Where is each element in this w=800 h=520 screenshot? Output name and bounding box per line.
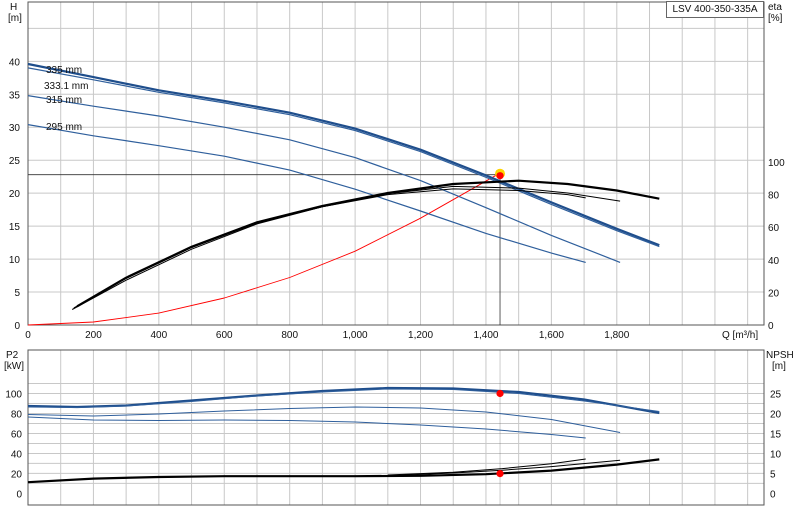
y-tick-label: 100 bbox=[5, 390, 22, 401]
y2-tick-label: 20 bbox=[770, 409, 782, 420]
y-tick-label: 10 bbox=[9, 255, 21, 266]
y2-tick-label: 20 bbox=[768, 288, 780, 299]
efficiency-curve bbox=[73, 188, 586, 309]
impeller-diameter-label: 335 mm bbox=[46, 65, 82, 76]
npsh-duty-marker bbox=[496, 470, 504, 478]
y2-tick-label: 15 bbox=[770, 429, 782, 440]
x-tick-label: 600 bbox=[216, 330, 233, 341]
x-tick-label: 1,600 bbox=[539, 330, 564, 341]
y-tick-label: 40 bbox=[11, 449, 23, 460]
power-npsh-panel: 0 20 40 60 80 100 0 5 10 15 20 25 P2[kW] NPSH[m] bbox=[4, 349, 794, 506]
y2-tick-label: 80 bbox=[768, 191, 780, 202]
power-curve bbox=[27, 388, 660, 412]
x-tick-label: 1,800 bbox=[604, 330, 629, 341]
y2-tick-label: 100 bbox=[768, 158, 785, 169]
plot-frame bbox=[27, 349, 765, 506]
y-tick-label: 30 bbox=[9, 123, 21, 134]
y2-axis-label: NPSH bbox=[766, 350, 794, 361]
y-tick-label: 0 bbox=[14, 321, 20, 332]
efficiency-curve bbox=[71, 185, 621, 310]
impeller-diameter-label: 295 mm bbox=[46, 122, 82, 133]
y2-tick-label: 5 bbox=[770, 469, 776, 480]
y-tick-label: 20 bbox=[11, 469, 23, 480]
power-curve bbox=[27, 416, 586, 439]
power-duty-marker bbox=[496, 389, 504, 398]
y-axis-label: P2 bbox=[6, 350, 19, 361]
duty-point-marker bbox=[496, 172, 504, 180]
y2-axis-label: eta bbox=[768, 2, 782, 13]
x-tick-label: 1,200 bbox=[408, 330, 433, 341]
pump-model-label: LSV 400-350-335A bbox=[666, 1, 764, 18]
y-tick-label: 20 bbox=[9, 189, 21, 200]
y-tick-label: 35 bbox=[9, 90, 21, 101]
impeller-diameter-label: 315 mm bbox=[46, 95, 82, 106]
pump-curve-chart: 0 200 400 600 800 1,000 1,200 1,400 1,600 1,800 Q … bbox=[4, 1, 794, 506]
y2-axis-unit: [%] bbox=[768, 13, 783, 24]
y-tick-label: 15 bbox=[9, 222, 21, 233]
x-axis-label: Q [m³/h] bbox=[722, 330, 758, 341]
plot-frame bbox=[27, 1, 765, 326]
system-curve bbox=[27, 172, 501, 326]
y2-tick-label: 0 bbox=[768, 321, 774, 332]
y-tick-label: 5 bbox=[14, 288, 20, 299]
y2-tick-label: 25 bbox=[770, 390, 782, 401]
x-tick-label: 1,000 bbox=[343, 330, 368, 341]
y-tick-label: 40 bbox=[9, 57, 21, 68]
y-tick-label: 80 bbox=[11, 409, 23, 420]
y-axis-unit: [kW] bbox=[4, 361, 24, 372]
y2-tick-label: 0 bbox=[770, 489, 776, 500]
x-tick-label: 800 bbox=[281, 330, 298, 341]
y-axis-unit: [m] bbox=[8, 13, 22, 24]
npsh-curve bbox=[387, 458, 586, 476]
y2-axis-unit: [m] bbox=[772, 361, 786, 372]
y2-tick-label: 10 bbox=[770, 449, 782, 460]
y-tick-label: 0 bbox=[16, 489, 22, 500]
impeller-diameter-label: 333.1 mm bbox=[44, 81, 88, 92]
x-tick-label: 400 bbox=[151, 330, 168, 341]
npsh-curve bbox=[27, 458, 660, 484]
power-curve bbox=[27, 386, 660, 415]
y-tick-label: 60 bbox=[11, 429, 23, 440]
y2-tick-label: 60 bbox=[768, 223, 780, 234]
x-tick-label: 200 bbox=[85, 330, 102, 341]
y2-tick-label: 40 bbox=[768, 256, 780, 267]
head-efficiency-panel: 0 200 400 600 800 1,000 1,200 1,400 1,600 1,800 Q … bbox=[8, 1, 785, 341]
x-tick-label: 0 bbox=[25, 330, 31, 341]
y-tick-label: 25 bbox=[9, 156, 21, 167]
y-axis-label: H bbox=[10, 2, 17, 13]
x-tick-label: 1,400 bbox=[473, 330, 498, 341]
